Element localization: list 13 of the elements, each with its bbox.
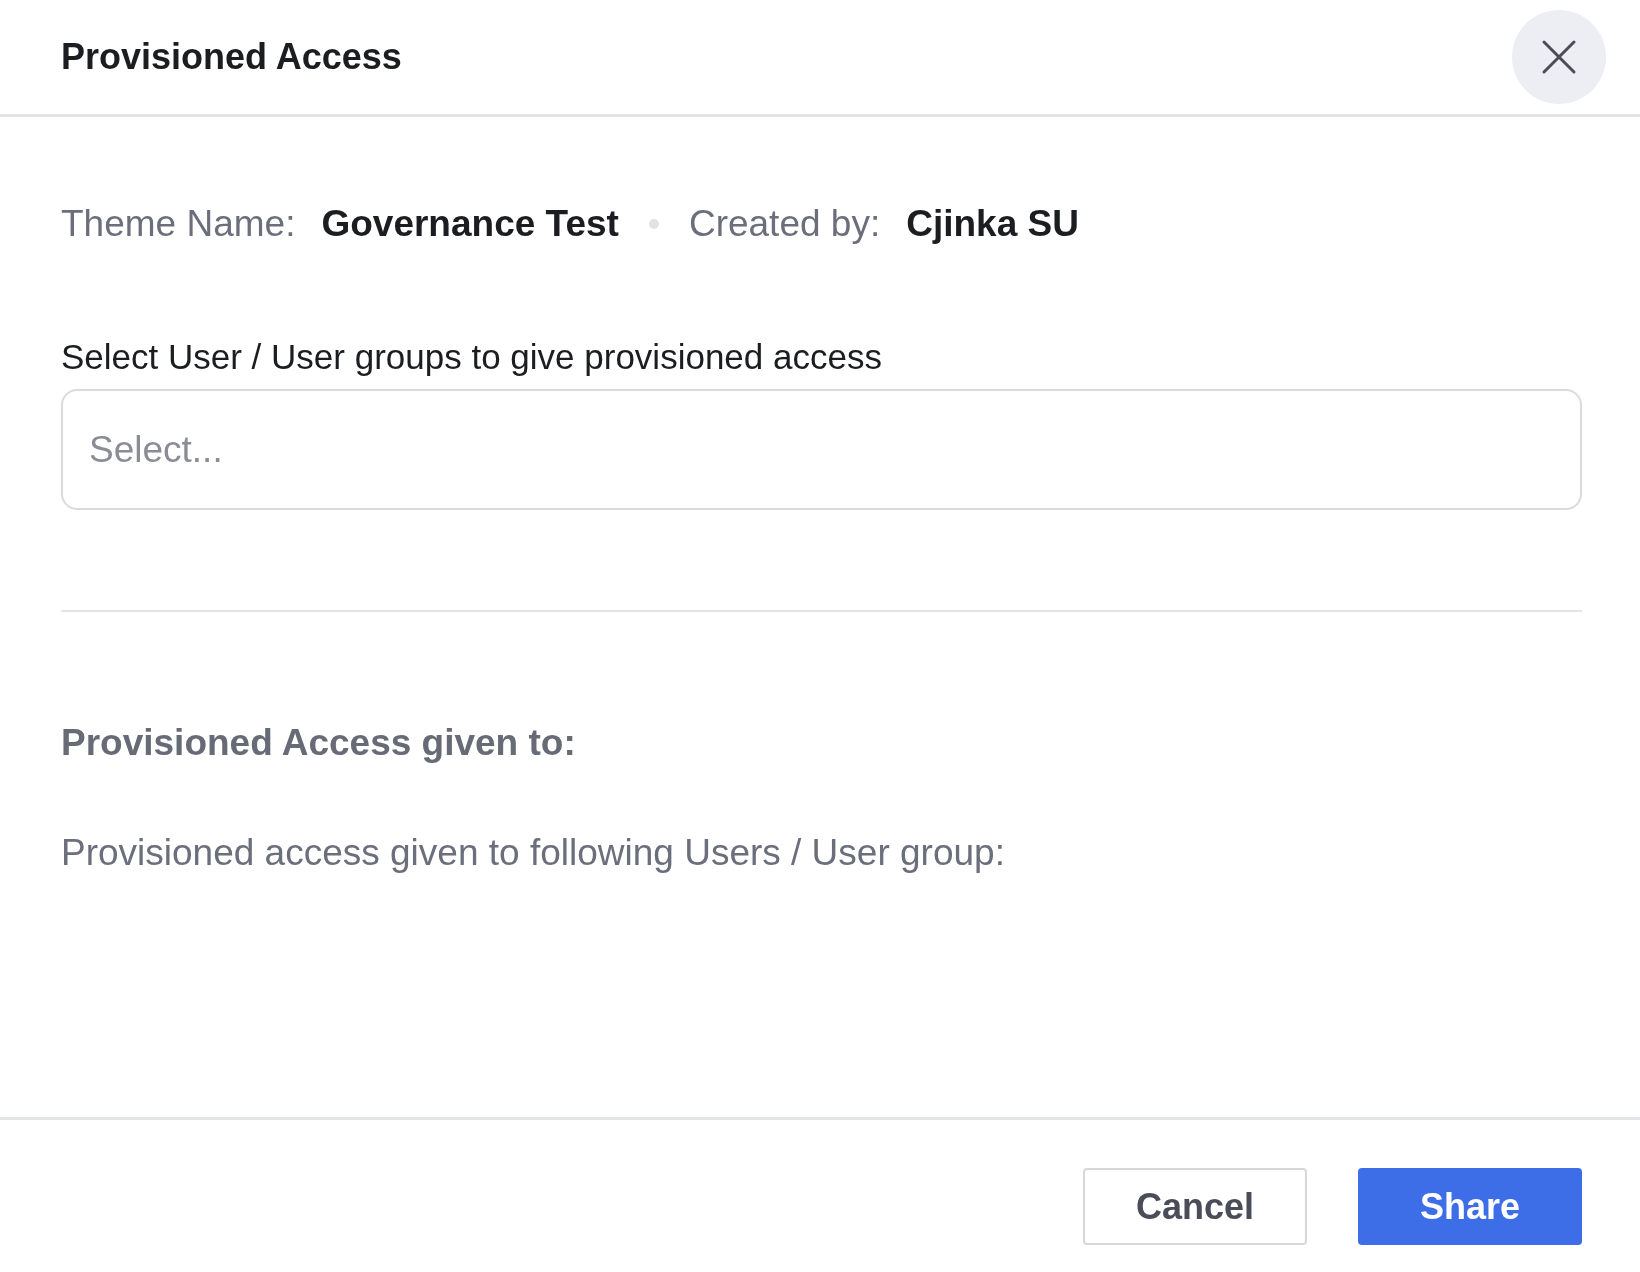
share-button[interactable]: Share [1358, 1168, 1582, 1245]
field-label: Select User / User groups to give provisioned access [61, 337, 883, 377]
meta-value: Cjinka SU [906, 203, 1079, 245]
dialog-title: Provisioned Access [61, 36, 402, 78]
select-field[interactable]: Select... [61, 389, 1582, 510]
separator-dot [648, 219, 659, 229]
meta-label: Created by: [688, 203, 881, 245]
meta-label: Theme Name: [61, 203, 296, 245]
cancel-button[interactable]: Cancel [1083, 1168, 1307, 1245]
meta-value: Governance Test [321, 203, 619, 245]
section-heading: Provisioned Access given to: [61, 722, 577, 764]
section-text: Provisioned access given to following Users / User group: [61, 832, 1006, 874]
close-icon [1541, 39, 1577, 75]
